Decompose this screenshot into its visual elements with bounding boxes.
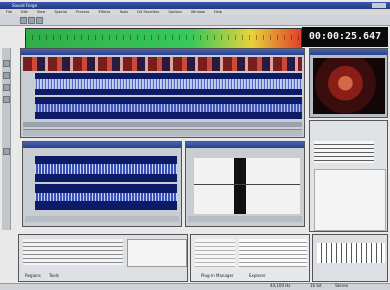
tool-event[interactable] xyxy=(3,148,10,155)
time-display: 00:00:25.647 xyxy=(302,27,388,47)
status-channels: Stereo xyxy=(335,283,349,288)
menu-dx-favorites[interactable]: DX Favorites xyxy=(137,10,159,14)
overview-bar[interactable] xyxy=(23,122,302,127)
tree-view[interactable] xyxy=(195,239,235,267)
plugin-manager-panel: Plug-In Manager Explorer xyxy=(190,234,310,282)
waveform-peaks xyxy=(35,79,302,89)
video-strip xyxy=(23,57,302,71)
second-scrollbar[interactable] xyxy=(25,216,179,222)
regions-list xyxy=(23,239,123,265)
properties-list xyxy=(314,141,374,163)
waveform-peaks xyxy=(35,164,177,174)
video-preview-titlebar[interactable] xyxy=(310,49,387,55)
toolbar xyxy=(0,15,390,26)
level-meter-ticks xyxy=(25,35,300,40)
tool-edit[interactable] xyxy=(3,60,10,67)
menu-special[interactable]: Special xyxy=(54,10,67,14)
status-sample-rate: 44,100 Hz xyxy=(270,283,291,288)
video-preview-window[interactable] xyxy=(309,48,388,118)
waveform-left-channel[interactable] xyxy=(35,73,302,95)
main-data-window[interactable] xyxy=(20,48,305,138)
third-waveform[interactable] xyxy=(194,158,300,214)
second-waveform-left[interactable] xyxy=(35,156,177,182)
tab-tools[interactable]: Tools xyxy=(49,273,59,278)
third-data-window[interactable] xyxy=(185,141,305,227)
status-bit-depth: 16 bit xyxy=(310,283,322,288)
second-waveform-right[interactable] xyxy=(35,184,177,210)
stop-button[interactable] xyxy=(28,17,35,24)
waveform-line xyxy=(194,184,300,185)
menu-view[interactable]: View xyxy=(37,10,45,14)
waveform-peaks xyxy=(35,193,177,201)
regions-panel: Regions Tools xyxy=(18,234,188,282)
menu-effects[interactable]: Effects xyxy=(98,10,110,14)
horizontal-scrollbar[interactable] xyxy=(23,129,302,136)
file-list[interactable] xyxy=(239,239,307,267)
menu-file[interactable]: File xyxy=(6,10,12,14)
keyboard-panel xyxy=(312,234,388,282)
tab-regions[interactable]: Regions xyxy=(25,273,41,278)
third-scrollbar[interactable] xyxy=(188,216,302,222)
record-button[interactable] xyxy=(36,17,43,24)
menu-help[interactable]: Help xyxy=(214,10,222,14)
menu-window[interactable]: Window xyxy=(191,10,205,14)
selection-region xyxy=(234,158,246,214)
tool-envelope[interactable] xyxy=(3,96,10,103)
window-controls[interactable] xyxy=(372,3,386,8)
third-data-window-titlebar[interactable] xyxy=(186,142,304,148)
regions-preview xyxy=(127,239,187,267)
tool-pencil[interactable] xyxy=(3,84,10,91)
tool-magnify[interactable] xyxy=(3,72,10,79)
video-frame xyxy=(313,58,385,114)
second-data-window-titlebar[interactable] xyxy=(23,142,181,148)
second-data-window[interactable] xyxy=(22,141,182,227)
menu-edit[interactable]: Edit xyxy=(21,10,28,14)
waveform-right-channel[interactable] xyxy=(35,97,302,119)
main-data-window-titlebar[interactable] xyxy=(21,49,304,55)
properties-blank-area xyxy=(314,169,386,231)
app-title-bar xyxy=(0,2,390,9)
menu-process[interactable]: Process xyxy=(76,10,89,14)
keyboard-keys[interactable] xyxy=(317,243,385,263)
menu-tools[interactable]: Tools xyxy=(120,10,129,14)
waveform-peaks xyxy=(35,104,302,112)
app-title: Sound Forge xyxy=(12,3,38,8)
properties-panel xyxy=(309,120,388,232)
tab-plugin-manager[interactable]: Plug-In Manager xyxy=(201,273,234,278)
play-button[interactable] xyxy=(20,17,27,24)
tab-explorer[interactable]: Explorer xyxy=(249,273,266,278)
menu-options[interactable]: Options xyxy=(168,10,182,14)
